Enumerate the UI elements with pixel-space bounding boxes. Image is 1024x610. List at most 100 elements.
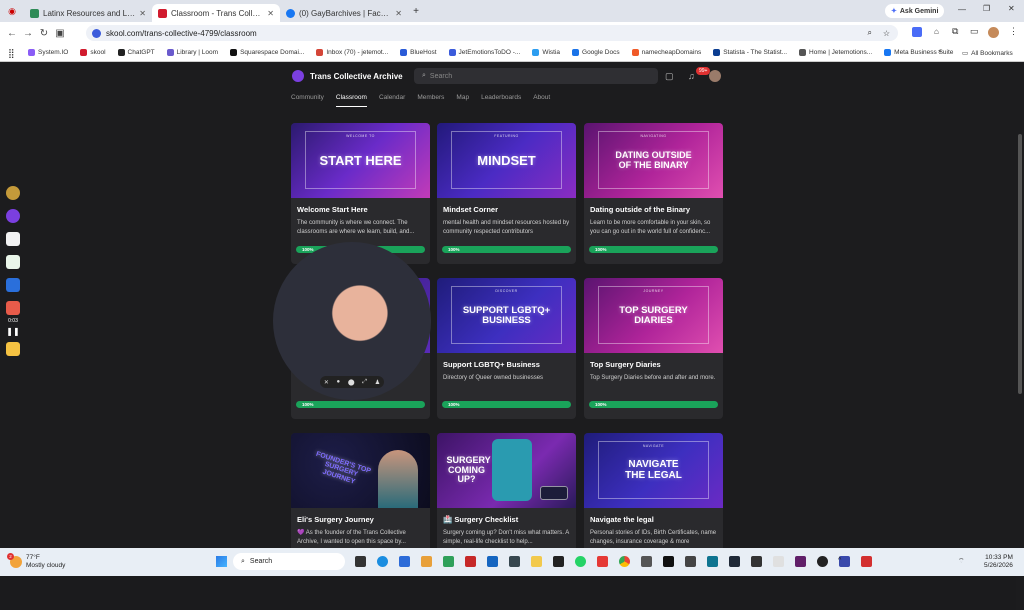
- user-icon[interactable]: ♟: [375, 379, 380, 386]
- bookmark-item[interactable]: Squarespace Domai...: [230, 49, 304, 56]
- windows-start-icon[interactable]: [216, 556, 227, 567]
- profile-avatar[interactable]: [988, 27, 999, 38]
- app-icon[interactable]: [443, 556, 454, 567]
- sidebar-app-icon[interactable]: [6, 186, 20, 200]
- sidebar-app-icon[interactable]: [6, 278, 20, 292]
- app-icon[interactable]: [553, 556, 564, 567]
- app-icon[interactable]: [751, 556, 762, 567]
- address-bar[interactable]: skool.com/trans-collective-4799/classroo…: [86, 25, 898, 41]
- search-input[interactable]: ⌕ Search: [414, 68, 658, 84]
- tab-map[interactable]: Map: [456, 94, 469, 107]
- zoom-icon[interactable]: ⌕: [868, 28, 872, 38]
- bookmark-item[interactable]: namecheapDomains: [631, 49, 701, 56]
- acrobat-icon[interactable]: [861, 556, 872, 567]
- tab-community[interactable]: Community: [291, 94, 324, 107]
- app-icon[interactable]: [817, 556, 828, 567]
- size-large-icon[interactable]: ⬤: [348, 379, 355, 386]
- sidebar-app-icon-active[interactable]: [6, 209, 20, 223]
- app-icon[interactable]: [685, 556, 696, 567]
- bookmark-item[interactable]: Home | Jetemotions...: [799, 49, 872, 56]
- outlook-icon[interactable]: [487, 556, 498, 567]
- app-icon[interactable]: [399, 556, 410, 567]
- ask-gemini-button[interactable]: ✦ Ask Gemini: [885, 4, 945, 18]
- tab-about[interactable]: About: [533, 94, 550, 107]
- tiktok-icon[interactable]: [663, 556, 674, 567]
- community-brand[interactable]: Trans Collective Archive ⇕: [292, 70, 423, 82]
- side-panel-icon[interactable]: ▭: [970, 26, 979, 37]
- user-avatar[interactable]: [709, 70, 721, 82]
- course-card[interactable]: NAVIGATING DATING OUTSIDE OF THE BINARY …: [584, 123, 723, 264]
- pause-icon[interactable]: ❚❚: [6, 327, 20, 336]
- chat-icon[interactable]: ▢: [665, 71, 674, 82]
- apps-grid-icon[interactable]: ⣿: [8, 48, 15, 59]
- bookmark-item[interactable]: ChatGPT: [117, 49, 155, 56]
- app-icon[interactable]: [773, 556, 784, 567]
- size-small-icon[interactable]: ●: [337, 379, 341, 385]
- bookmark-item[interactable]: Meta Business Suite: [884, 49, 953, 56]
- sidebar-app-icon[interactable]: [6, 255, 20, 269]
- maximize-window-button[interactable]: ❐: [983, 4, 990, 13]
- close-icon[interactable]: ✕: [267, 9, 274, 18]
- vault-icon[interactable]: ⌂: [934, 27, 939, 36]
- reload-icon[interactable]: ↻: [36, 28, 52, 39]
- app-icon[interactable]: [707, 556, 718, 567]
- bookmark-item[interactable]: BlueHost: [400, 49, 437, 56]
- course-card[interactable]: DISCOVER SUPPORT LGBTQ+ BUSINESS Support…: [437, 278, 576, 419]
- close-window-button[interactable]: ✕: [1008, 4, 1015, 13]
- close-icon[interactable]: ✕: [324, 379, 329, 386]
- mcafee-icon[interactable]: [465, 556, 476, 567]
- whatsapp-icon[interactable]: [575, 556, 586, 567]
- expand-icon[interactable]: ⤢: [362, 379, 367, 386]
- bookmark-item[interactable]: Statista - The Statist...: [713, 49, 787, 56]
- wifi-icon[interactable]: ⌔: [958, 557, 965, 566]
- browser-tab[interactable]: Latinx Resources and Links - Go ✕: [24, 4, 152, 22]
- photos-icon[interactable]: [421, 556, 432, 567]
- chrome-icon[interactable]: [619, 556, 630, 567]
- puzzle-icon[interactable]: ⧉: [952, 26, 958, 37]
- bookmark-item[interactable]: Wistia: [532, 49, 560, 56]
- site-info-icon[interactable]: [92, 28, 101, 38]
- bookmark-item[interactable]: System.IO: [28, 49, 68, 56]
- sidebar-toggle-icon[interactable]: ▣: [52, 28, 68, 39]
- bookmark-item[interactable]: Inbox (70) - jetemot...: [316, 49, 388, 56]
- close-icon[interactable]: ✕: [139, 9, 146, 18]
- bookmark-item[interactable]: skool: [80, 49, 106, 56]
- page-scrollbar[interactable]: [1016, 124, 1024, 610]
- task-view-icon[interactable]: [355, 556, 366, 567]
- bell-icon[interactable]: ♫: [688, 71, 695, 81]
- tab-calendar[interactable]: Calendar: [379, 94, 405, 107]
- sidebar-app-icon[interactable]: [6, 232, 20, 246]
- app-icon[interactable]: [729, 556, 740, 567]
- calculator-icon[interactable]: [641, 556, 652, 567]
- browser-tab-active[interactable]: Classroom - Trans Collective ✕: [152, 4, 280, 22]
- bookmark-star-icon[interactable]: ☆: [883, 29, 890, 38]
- all-bookmarks-folder[interactable]: ▭ All Bookmarks: [962, 49, 1013, 58]
- back-arrow-icon[interactable]: ←: [4, 28, 20, 39]
- extension-icon[interactable]: [912, 27, 922, 37]
- record-stop-button[interactable]: [6, 301, 20, 315]
- browser-tab[interactable]: (0) GayBarchives | Facebook ✕: [280, 4, 408, 22]
- edge-icon[interactable]: [377, 556, 388, 567]
- webcam-controls[interactable]: ✕ ● ⬤ ⤢ ♟: [320, 376, 384, 388]
- slack-icon[interactable]: [795, 556, 806, 567]
- tray-chevron-icon[interactable]: ^: [838, 557, 841, 564]
- tab-members[interactable]: Members: [417, 94, 444, 107]
- tab-leaderboards[interactable]: Leaderboards: [481, 94, 521, 107]
- app-icon[interactable]: [509, 556, 520, 567]
- clock[interactable]: 10:33 PM 5/26/2026: [984, 554, 1013, 571]
- tab-search-icon[interactable]: ◉: [0, 6, 24, 17]
- sidebar-app-icon[interactable]: [6, 342, 20, 356]
- app-icon[interactable]: [597, 556, 608, 567]
- bookmark-item[interactable]: Google Docs: [572, 49, 620, 56]
- tab-classroom[interactable]: Classroom: [335, 94, 367, 107]
- webcam-overlay[interactable]: ✕ ● ⬤ ⤢ ♟: [273, 242, 431, 400]
- forward-arrow-icon[interactable]: →: [20, 28, 36, 39]
- new-tab-button[interactable]: +: [408, 6, 424, 17]
- more-bookmarks-chevron-icon[interactable]: »: [938, 48, 942, 55]
- course-card[interactable]: JOURNEY TOP SURGERY DIARIES Top Surgery …: [584, 278, 723, 419]
- menu-dots-icon[interactable]: ⋮: [1009, 26, 1018, 37]
- taskbar-search[interactable]: ⌕ Search: [233, 553, 345, 570]
- app-icon[interactable]: [531, 556, 542, 567]
- bookmark-item[interactable]: Library | Loom: [166, 49, 218, 56]
- weather-widget[interactable]: 2 77°F Mostly cloudy: [7, 552, 65, 570]
